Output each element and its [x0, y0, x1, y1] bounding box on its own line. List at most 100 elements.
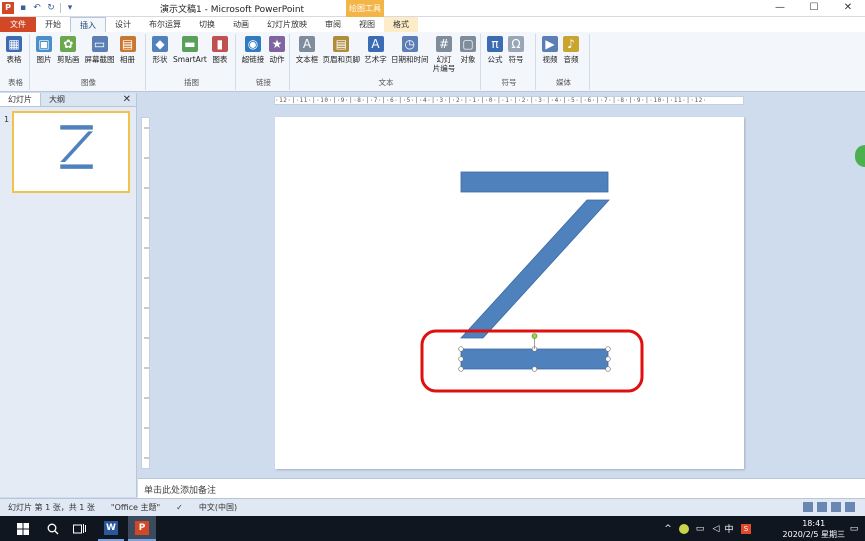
- ribbon-button-label: 形状: [152, 55, 168, 64]
- rotate-handle[interactable]: [531, 333, 538, 339]
- powerpoint-taskbar-icon[interactable]: P: [128, 516, 156, 541]
- network-icon[interactable]: ▭: [692, 516, 708, 541]
- ribbon-button-label: 页眉和页脚: [322, 55, 361, 64]
- chart-icon: ▮: [211, 36, 228, 52]
- tab-format[interactable]: 格式: [384, 17, 418, 32]
- slide-editor: ·12·|·11·|·10·|·9·|·8·|·7·|·6·|·5·|·4·|·…: [138, 93, 865, 477]
- ribbon-button-smartart[interactable]: ▬ SmartArt: [171, 34, 209, 64]
- ribbon-group-items: ◆ 形状 ▬ SmartArt ▮ 图表: [148, 34, 235, 64]
- ribbon-button-label: 公式: [487, 55, 503, 64]
- ribbon-button-textbox[interactable]: A 文本框: [294, 34, 320, 73]
- powerpoint-logo-icon[interactable]: P: [2, 2, 14, 14]
- word-taskbar-icon[interactable]: W: [98, 516, 124, 541]
- ribbon-group-items: ▣ 图片 ✿ 剪贴画 ▭ 屏幕截图 ▤ 相册: [32, 34, 145, 64]
- tab-transitions[interactable]: 切换: [190, 17, 224, 32]
- taskbar-clock[interactable]: 18:41 2020/2/5 星期三: [783, 518, 845, 540]
- slide-thumbnail-number: 1: [4, 115, 10, 124]
- tab-slideshow[interactable]: 幻灯片放映: [258, 17, 316, 32]
- undo-icon[interactable]: ↶: [32, 3, 42, 13]
- slide-thumbnail[interactable]: [12, 111, 130, 193]
- ribbon-button-video[interactable]: ▶ 视频: [540, 34, 560, 64]
- notifications-icon[interactable]: ▭: [846, 516, 862, 541]
- ribbon-group-0: ▦ 表格 表格: [2, 34, 30, 90]
- symbol-icon: Ω: [508, 36, 524, 52]
- ribbon-button-header-footer[interactable]: ▤ 页眉和页脚: [321, 34, 362, 73]
- task-view-icon[interactable]: [66, 516, 92, 541]
- tab-boolean[interactable]: 布尔运算: [140, 17, 190, 32]
- picture-icon: ▣: [36, 36, 52, 52]
- language-indicator[interactable]: 中文(中国): [191, 502, 245, 513]
- ribbon-button-table[interactable]: ▦ 表格: [4, 34, 24, 64]
- slideshow-view-icon[interactable]: [845, 502, 855, 512]
- minimize-icon[interactable]: —: [763, 0, 797, 17]
- ribbon-button-label: 艺术字: [364, 55, 387, 64]
- spellcheck-icon[interactable]: ✓: [168, 503, 191, 512]
- redo-icon[interactable]: ↻: [46, 3, 56, 13]
- tray-expand-icon[interactable]: ^: [660, 516, 676, 541]
- tab-file[interactable]: 文件: [0, 17, 36, 32]
- ribbon-group-1: ▣ 图片 ✿ 剪贴画 ▭ 屏幕截图 ▤ 相册 图像: [32, 34, 146, 90]
- z-bottom-bar[interactable]: [460, 348, 609, 370]
- ribbon-button-clipart[interactable]: ✿ 剪贴画: [55, 34, 82, 64]
- ribbon-group-3: ◉ 超链接 ★ 动作 链接: [238, 34, 290, 90]
- slide-content: [420, 171, 644, 393]
- tab-view[interactable]: 视图: [350, 17, 384, 32]
- ribbon-tabs: 文件 开始 插入 设计 布尔运算 切换 动画 幻灯片放映 审阅 视图 格式: [0, 17, 865, 32]
- ribbon-button-screenshot[interactable]: ▭ 屏幕截图: [83, 34, 117, 64]
- side-float-button[interactable]: [855, 145, 865, 167]
- ribbon-button-album[interactable]: ▤ 相册: [118, 34, 138, 64]
- audio-icon: ♪: [563, 36, 579, 52]
- equation-icon: π: [487, 36, 503, 52]
- tray-app-icon[interactable]: [676, 516, 692, 541]
- object-icon: ▢: [460, 36, 477, 52]
- tab-outline[interactable]: 大纲: [41, 93, 73, 106]
- tab-slides[interactable]: 幻灯片: [0, 93, 41, 106]
- clock-date: 2020/2/5 星期三: [782, 530, 845, 539]
- z-diagonal-bar[interactable]: [460, 199, 610, 339]
- tab-home[interactable]: 开始: [36, 17, 70, 32]
- ribbon-button-object[interactable]: ▢ 对象: [458, 34, 478, 73]
- ribbon-button-chart[interactable]: ▮ 图表: [210, 34, 230, 64]
- ribbon-button-shapes[interactable]: ◆ 形状: [150, 34, 170, 64]
- action-icon: ★: [269, 36, 285, 52]
- input-method-icon[interactable]: S: [738, 516, 754, 541]
- z-top-bar[interactable]: [460, 171, 609, 193]
- ribbon-button-hyperlink[interactable]: ◉ 超链接: [240, 34, 266, 64]
- close-icon[interactable]: ✕: [831, 0, 865, 17]
- tab-insert[interactable]: 插入: [70, 17, 106, 32]
- ribbon-button-slide-number[interactable]: # 幻灯 片编号: [431, 34, 457, 73]
- ribbon-button-action[interactable]: ★ 动作: [267, 34, 287, 64]
- ribbon-button-picture[interactable]: ▣ 图片: [34, 34, 54, 64]
- textbox-icon: A: [298, 36, 315, 52]
- wordart-icon: A: [367, 36, 384, 52]
- ribbon-button-audio[interactable]: ♪ 音频: [561, 34, 581, 64]
- view-buttons: [803, 502, 855, 512]
- tab-review[interactable]: 审阅: [316, 17, 350, 32]
- maximize-icon[interactable]: ☐: [797, 0, 831, 17]
- save-icon[interactable]: ▪: [18, 3, 28, 13]
- start-icon[interactable]: [8, 516, 38, 541]
- search-icon[interactable]: [38, 516, 68, 541]
- tab-design[interactable]: 设计: [106, 17, 140, 32]
- tab-animations[interactable]: 动画: [224, 17, 258, 32]
- ribbon-group-4: A 文本框 ▤ 页眉和页脚 A 艺术字 ◷ 日期和时间 # 幻灯 片编号 ▢ 对象 文本: [292, 34, 481, 90]
- slide-canvas[interactable]: [275, 117, 744, 469]
- ribbon-button-datetime[interactable]: ◷ 日期和时间: [389, 34, 430, 73]
- normal-view-icon[interactable]: [803, 502, 813, 512]
- ime-indicator[interactable]: 中: [722, 516, 736, 541]
- notes-placeholder: 单击此处添加备注: [144, 486, 217, 496]
- screenshot-icon: ▭: [91, 36, 108, 52]
- slide-thumbnail-z-shape: [60, 125, 94, 169]
- ribbon-button-wordart[interactable]: A 艺术字: [363, 34, 389, 73]
- customize-qat-icon[interactable]: ▾: [65, 3, 75, 13]
- ribbon-button-symbol[interactable]: Ω 符号: [506, 34, 526, 64]
- sorter-view-icon[interactable]: [817, 502, 827, 512]
- ribbon-button-equation[interactable]: π 公式: [485, 34, 505, 64]
- ribbon-button-label: 音频: [563, 55, 579, 64]
- close-pane-icon[interactable]: ✕: [123, 94, 131, 105]
- theme-name[interactable]: "Office 主题": [103, 502, 168, 513]
- clipart-icon: ✿: [60, 36, 77, 52]
- notes-pane[interactable]: 单击此处添加备注: [138, 478, 865, 498]
- reading-view-icon[interactable]: [831, 502, 841, 512]
- album-icon: ▤: [119, 36, 136, 52]
